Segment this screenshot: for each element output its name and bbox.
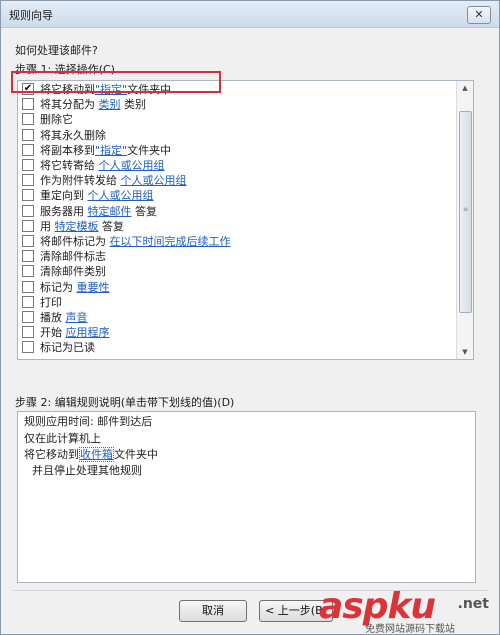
rule-description-box: 规则应用时间: 邮件到达后 仅在此计算机上 将它移动到收件箱文件夹中 并且停止处… <box>17 411 476 583</box>
action-item[interactable]: 清除邮件标志 <box>22 249 106 264</box>
action-list[interactable]: ✔ 将它移动到"指定"文件夹中 将其分配为 类别 类别 删除它 将其永久删除 将副本移到"… <box>17 80 474 360</box>
action-checkbox[interactable] <box>22 341 34 354</box>
action-text: 清除邮件标志 <box>40 250 106 264</box>
action-checkbox[interactable] <box>22 128 34 141</box>
action-checkbox[interactable] <box>22 174 34 187</box>
grip-icon: ≡ <box>462 206 469 213</box>
action-text: 标记为已读 <box>40 341 95 355</box>
action-text: 清除邮件类别 <box>40 265 106 279</box>
action-checkbox[interactable] <box>22 159 34 171</box>
action-checkbox[interactable] <box>22 235 34 247</box>
action-link[interactable]: 在以下时间完成后续工作 <box>110 235 231 248</box>
action-item[interactable]: 重定向到 个人或公用组 <box>22 188 154 203</box>
action-text: 服务器用 <box>40 204 88 218</box>
action-checkbox[interactable] <box>22 265 34 278</box>
action-item[interactable]: 将副本移到"指定"文件夹中 <box>22 143 171 158</box>
action-text: 将它移动到 <box>40 83 95 96</box>
action-text: 删除它 <box>40 113 73 127</box>
action-text: 答复 <box>131 204 157 218</box>
action-item[interactable]: 删除它 <box>22 112 73 127</box>
scroll-down-icon[interactable]: ▼ <box>457 345 473 359</box>
action-item[interactable]: 将其永久删除 <box>22 128 106 143</box>
watermark-logo: aspku .net 免费网站源码下载站 <box>319 586 489 635</box>
action-item[interactable]: 用 特定模板 答复 <box>22 219 124 234</box>
action-text: 类别 <box>120 98 146 112</box>
action-text: 播放 <box>40 311 66 324</box>
action-list-scrollbar[interactable]: ▲ ≡ ▼ <box>456 81 473 359</box>
action-link[interactable]: 重要性 <box>77 281 110 294</box>
action-text: 文件夹中 <box>127 83 172 96</box>
action-link[interactable]: 个人或公用组 <box>88 189 154 202</box>
rules-wizard-window: 规则向导 ✕ 如何处理该邮件? 步骤 1: 选择操作(C) ✔ 将它移动到"指定"… <box>0 0 500 635</box>
action-item[interactable]: 标记为已读 <box>22 340 95 355</box>
close-icon: ✕ <box>474 8 484 21</box>
action-item[interactable]: 服务器用 特定邮件 答复 <box>22 204 157 219</box>
action-link[interactable]: 类别 <box>99 98 121 111</box>
action-checkbox[interactable] <box>22 311 34 323</box>
watermark-domain: .net <box>457 596 489 612</box>
action-item[interactable]: 开始 应用程序 <box>22 325 110 340</box>
action-checkbox[interactable] <box>22 143 34 156</box>
description-text: 文件夹中 <box>114 448 158 461</box>
action-item[interactable]: 作为附件转发给 个人或公用组 <box>22 173 187 188</box>
action-checkbox[interactable] <box>22 280 34 293</box>
action-checkbox[interactable] <box>22 326 34 339</box>
action-checkbox[interactable] <box>22 189 34 202</box>
action-item[interactable]: 清除邮件类别 <box>22 264 106 279</box>
action-text: 答复 <box>98 219 124 233</box>
scroll-thumb[interactable]: ≡ <box>459 111 472 313</box>
description-line: 并且停止处理其他规则 <box>32 464 142 477</box>
action-text: 将其永久删除 <box>40 128 106 142</box>
scroll-up-icon[interactable]: ▲ <box>457 81 473 95</box>
action-item[interactable]: 打印 <box>22 295 62 310</box>
action-text: 将它转寄给 <box>40 159 99 172</box>
description-line: 将它移动到收件箱文件夹中 <box>24 447 158 463</box>
prompt-text: 如何处理该邮件? <box>15 44 98 57</box>
action-text: 开始 <box>40 326 66 340</box>
action-item[interactable]: 播放 声音 <box>22 310 88 325</box>
action-item[interactable]: 将它转寄给 个人或公用组 <box>22 158 165 173</box>
action-link[interactable]: 声音 <box>66 311 88 324</box>
action-checkbox[interactable]: ✔ <box>22 83 34 95</box>
close-button[interactable]: ✕ <box>467 6 491 24</box>
action-item[interactable]: ✔ 将它移动到"指定"文件夹中 <box>22 82 171 97</box>
action-item[interactable]: 将邮件标记为 在以下时间完成后续工作 <box>22 234 231 249</box>
watermark-sub: 免费网站源码下载站 <box>365 624 455 635</box>
action-text: 作为附件转发给 <box>40 174 121 188</box>
action-link[interactable]: "指定" <box>95 83 127 96</box>
action-text: 将邮件标记为 <box>40 235 110 248</box>
action-checkbox[interactable] <box>22 98 34 111</box>
action-checkbox[interactable] <box>22 204 34 217</box>
folder-link[interactable]: 收件箱 <box>79 447 114 462</box>
action-link[interactable]: 个人或公用组 <box>121 174 187 187</box>
action-items: ✔ 将它移动到"指定"文件夹中 将其分配为 类别 类别 删除它 将其永久删除 将副本移到"… <box>18 81 456 359</box>
action-text: 用 <box>40 219 55 233</box>
action-text: 重定向到 <box>40 189 88 203</box>
description-line: 仅在此计算机上 <box>24 432 101 445</box>
action-text: 标记为 <box>40 280 77 294</box>
step2-label: 步骤 2: 编辑规则说明(单击带下划线的值)(D) <box>15 396 235 409</box>
action-text: 将副本移到 <box>40 143 95 157</box>
action-item[interactable]: 将其分配为 类别 类别 <box>22 97 146 112</box>
action-text: 打印 <box>40 295 62 309</box>
cancel-button[interactable]: 取消 <box>179 600 247 622</box>
action-checkbox[interactable] <box>22 250 34 263</box>
window-title: 规则向导 <box>9 9 53 22</box>
action-checkbox[interactable] <box>22 295 34 308</box>
action-text: 将其分配为 <box>40 98 99 112</box>
description-text: 将它移动到 <box>24 448 79 461</box>
action-link[interactable]: 特定邮件 <box>88 205 132 218</box>
action-checkbox[interactable] <box>22 219 34 232</box>
action-link[interactable]: 特定模板 <box>55 220 99 233</box>
action-checkbox[interactable] <box>22 113 34 126</box>
action-link[interactable]: 个人或公用组 <box>99 159 165 172</box>
description-line: 规则应用时间: 邮件到达后 <box>24 415 153 428</box>
action-link[interactable]: 应用程序 <box>66 326 110 339</box>
action-text: 文件夹中 <box>127 143 172 157</box>
step1-label: 步骤 1: 选择操作(C) <box>15 63 115 76</box>
title-bar: 规则向导 ✕ <box>1 1 499 28</box>
action-link[interactable]: "指定" <box>95 144 127 157</box>
action-item[interactable]: 标记为 重要性 <box>22 280 110 295</box>
